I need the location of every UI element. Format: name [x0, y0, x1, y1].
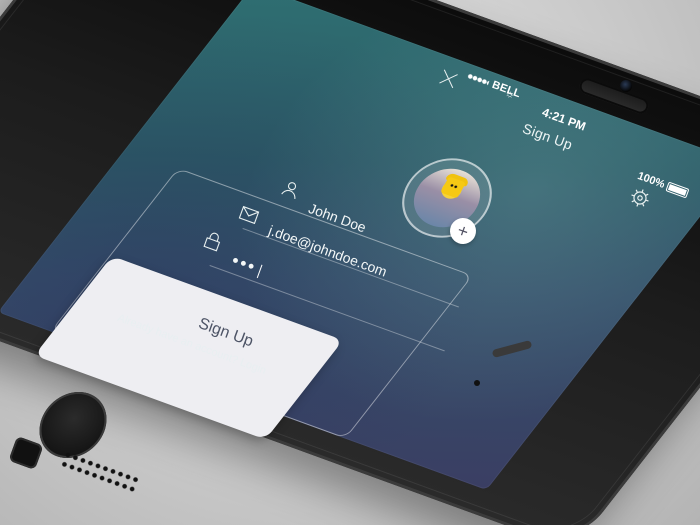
- home-button[interactable]: [34, 392, 112, 458]
- close-icon[interactable]: [437, 67, 460, 90]
- lightning-port: [8, 435, 44, 471]
- avatar-image: [402, 160, 492, 236]
- scene: BELL ☼ 4:21 PM 100% Sign Up + John Doe j…: [0, 0, 700, 525]
- gear-icon[interactable]: [627, 185, 653, 211]
- signup-screen: BELL ☼ 4:21 PM 100% Sign Up + John Doe j…: [0, 0, 700, 525]
- user-icon: [281, 182, 297, 199]
- side-button[interactable]: [491, 339, 533, 359]
- microphone-hole: [474, 380, 480, 386]
- battery-icon: [665, 181, 690, 199]
- signal-icon: [466, 71, 490, 88]
- speaker-grille: [58, 448, 142, 496]
- earpiece-speaker: [577, 76, 651, 116]
- avatar[interactable]: [386, 146, 508, 250]
